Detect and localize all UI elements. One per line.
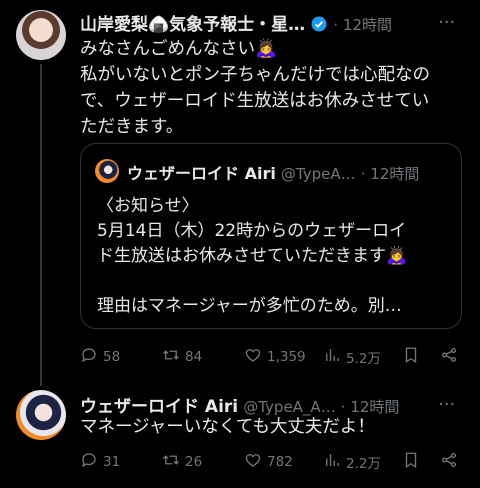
views-button[interactable]: 5.2万 — [323, 346, 381, 368]
retweet-count: 26 — [185, 454, 203, 470]
reply-icon — [80, 451, 98, 473]
bookmark-icon[interactable] — [402, 451, 420, 469]
reply-count: 31 — [103, 454, 121, 470]
tweet-text: みなさんごめんなさい🙇‍♀️ 私がいないとポン子ちゃんだけでは心配なの で、ウェ… — [80, 39, 430, 137]
like-button[interactable]: 782 — [244, 451, 293, 473]
share-icon[interactable] — [440, 346, 458, 364]
share-icon[interactable] — [440, 451, 458, 469]
timestamp[interactable]: · 12時間 — [333, 16, 392, 34]
verified-badge-icon — [310, 15, 328, 37]
display-name[interactable]: 山岸愛梨🍙気象予報士・星… — [80, 15, 305, 35]
reply-count: 58 — [103, 349, 121, 365]
reply-button[interactable]: 31 — [80, 451, 120, 473]
like-button[interactable]: 1,359 — [244, 346, 306, 368]
tweet-actions: 31 26 782 2.2万 — [80, 451, 464, 475]
retweet-count: 84 — [185, 349, 203, 365]
reply-icon — [80, 346, 98, 368]
quote-avatar — [95, 159, 119, 183]
quote-handle: @TypeA… — [280, 165, 356, 183]
views-icon — [323, 451, 341, 473]
bookmark-icon[interactable] — [402, 346, 420, 364]
quote-header: ウェザーロイド Airi @TypeA… · 12時間 — [127, 160, 419, 184]
heart-icon — [244, 346, 262, 368]
avatar[interactable] — [16, 10, 66, 60]
avatar[interactable] — [16, 390, 66, 440]
like-count: 782 — [267, 454, 293, 470]
more-options-icon[interactable]: ··· — [438, 394, 455, 415]
views-button[interactable]: 2.2万 — [323, 451, 381, 473]
retweet-icon — [162, 451, 180, 473]
tweet-text: マネージャーいなくても大丈夫だよ！ — [80, 417, 375, 437]
views-count: 2.2万 — [346, 456, 381, 472]
retweet-button[interactable]: 84 — [162, 346, 202, 368]
reply-button[interactable]: 58 — [80, 346, 120, 368]
like-count: 1,359 — [267, 349, 306, 365]
tweet-header: 山岸愛梨🍙気象予報士・星… · 12時間 — [80, 10, 392, 37]
heart-icon — [244, 451, 262, 473]
quoted-tweet[interactable]: ウェザーロイド Airi @TypeA… · 12時間 〈お知らせ〉 5月14日… — [80, 143, 462, 329]
quote-text: 〈お知らせ〉 5月14日（木）22時からのウェザーロイ ド生放送はお休みさせてい… — [97, 196, 408, 316]
tweet-actions: 58 84 1,359 5.2万 — [80, 346, 464, 370]
more-options-icon[interactable]: ··· — [438, 12, 455, 33]
thread-connector — [40, 64, 42, 386]
views-count: 5.2万 — [346, 351, 381, 367]
retweet-button[interactable]: 26 — [162, 451, 202, 473]
views-icon — [323, 346, 341, 368]
quote-display-name: ウェザーロイド Airi — [127, 164, 276, 183]
retweet-icon — [162, 346, 180, 368]
quote-timestamp: · 12時間 — [360, 165, 420, 183]
